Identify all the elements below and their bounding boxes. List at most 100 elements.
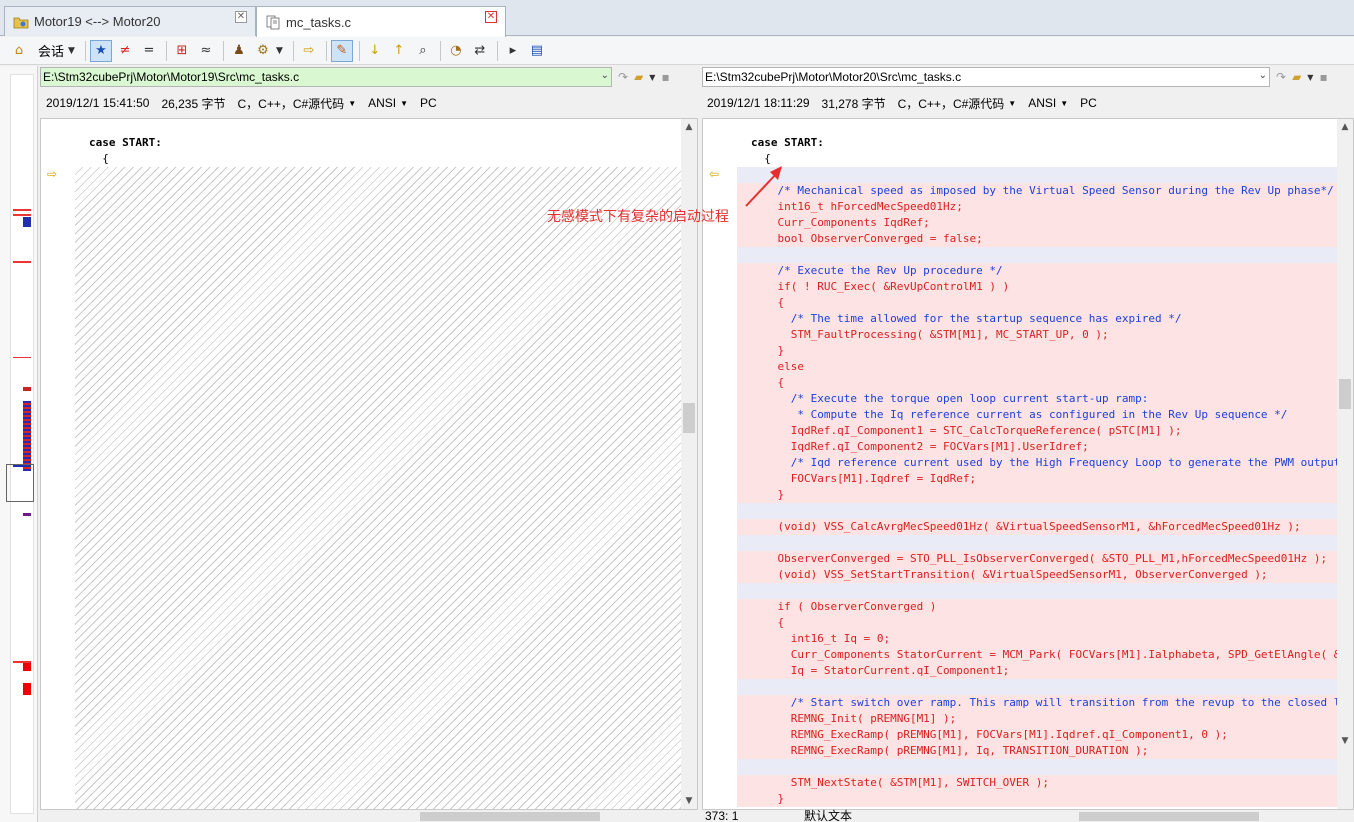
annotation-text: 无感模式下有复杂的启动过程	[547, 209, 729, 225]
code-text: REMNG_ExecRamp( pREMNG[M1], FOCVars[M1].…	[751, 728, 1228, 741]
right-encoding[interactable]: ANSI	[1028, 96, 1056, 110]
right-path-input[interactable]: E:\Stm32cubePrj\Motor\Motor20\Src\mc_tas…	[702, 67, 1270, 87]
show-diff-icon[interactable]: ≠	[114, 40, 136, 62]
left-path-input[interactable]: E:\Stm32cubePrj\Motor\Motor19\Src\mc_tas…	[40, 67, 612, 87]
report-icon[interactable]: ▤	[526, 40, 548, 62]
keyword: case START:	[751, 136, 824, 149]
close-icon[interactable]: ✕	[235, 11, 247, 23]
similar-icon[interactable]: ≈	[195, 40, 217, 62]
reload-icon[interactable]: ↷	[618, 70, 628, 84]
right-vertical-scrollbar[interactable]: ▲ ▼	[1337, 119, 1353, 809]
scroll-thumb[interactable]	[420, 812, 600, 821]
code-line: Curr_Components StatorCurrent = MCM_Park…	[737, 647, 1337, 663]
chevron-down-icon[interactable]: ▼	[400, 99, 408, 108]
right-lineend[interactable]: PC	[1080, 96, 1097, 110]
find-icon[interactable]: ⌕	[412, 40, 434, 62]
chevron-down-icon[interactable]: ▼	[348, 99, 356, 108]
save-icon[interactable]: ▪	[1319, 70, 1327, 84]
text-mode: 默认文本	[804, 809, 853, 822]
current-line-arrow-icon: ⇨	[47, 167, 58, 181]
prev-diff-icon[interactable]: ↑	[388, 40, 410, 62]
code-comment: /* Execute the Rev Up procedure */	[751, 264, 1003, 277]
reload-icon[interactable]: ↷	[1276, 70, 1286, 84]
right-code-pane[interactable]: ⇦ case START: { /* Mechanical speed as i…	[702, 118, 1354, 810]
chevron-down-icon[interactable]: ▼	[276, 46, 283, 56]
swap-icon[interactable]: ⇄	[469, 40, 491, 62]
code-line: /* Start switch over ramp. This ramp wil…	[737, 695, 1337, 711]
code-line: }	[737, 487, 1337, 503]
open-folder-icon[interactable]: ▰	[1292, 70, 1301, 84]
code-comment: /* Iqd reference current used by the Hig…	[751, 456, 1337, 469]
show-same-icon[interactable]: =	[138, 40, 160, 62]
tab-file-compare[interactable]: mc_tasks.c ✕	[256, 6, 506, 37]
next-diff-icon[interactable]: ↓	[364, 40, 386, 62]
next-section-icon[interactable]: ⇨	[298, 40, 320, 62]
chevron-down-icon[interactable]: ▼	[68, 46, 75, 56]
scroll-up-icon[interactable]: ▲	[681, 119, 697, 135]
code-text: REMNG_ExecRamp( pREMNG[M1], Iq, TRANSITI…	[751, 744, 1149, 757]
show-all-icon[interactable]: ★	[89, 39, 112, 62]
left-format[interactable]: C，C++，C#源代码	[237, 95, 344, 112]
code-text: {	[751, 296, 785, 309]
code-text: }	[751, 344, 785, 357]
overview-viewport[interactable]	[6, 464, 34, 502]
code-line: {	[737, 375, 1337, 391]
folder-compare-icon	[13, 14, 29, 30]
close-icon[interactable]: ✕	[485, 11, 497, 23]
left-size: 26,235 字节	[161, 96, 226, 111]
open-folder-icon[interactable]: ▰	[634, 70, 643, 84]
ear-icon[interactable]: ◔	[445, 40, 467, 62]
right-horizontal-scrollbar[interactable]	[1065, 810, 1338, 822]
right-date: 2019/12/1 18:11:29	[707, 96, 810, 110]
scroll-thumb[interactable]	[1339, 379, 1351, 409]
left-lineend[interactable]: PC	[420, 96, 437, 110]
scroll-down-icon[interactable]: ▼	[681, 793, 697, 809]
scroll-thumb[interactable]	[683, 403, 695, 433]
code-line: /* The time allowed for the startup sequ…	[737, 311, 1337, 327]
left-encoding[interactable]: ANSI	[368, 96, 396, 110]
cursor-position: 373: 1	[705, 809, 739, 822]
code-line	[737, 503, 1337, 519]
overview-mark	[13, 261, 31, 263]
code-line: int16_t hForcedMecSpeed01Hz;	[737, 199, 1337, 215]
diff-overview-bar[interactable]	[0, 66, 38, 822]
code-text: {	[751, 376, 785, 389]
left-horizontal-scrollbar[interactable]	[400, 810, 698, 822]
file-compare-icon	[265, 14, 281, 30]
scroll-down-icon[interactable]: ▼	[1337, 733, 1353, 749]
format-icon[interactable]: ⚙	[252, 40, 274, 62]
chevron-down-icon[interactable]: ▼	[649, 73, 655, 82]
right-code-area[interactable]: case START: { /* Mechanical speed as imp…	[737, 119, 1337, 809]
scroll-thumb[interactable]	[1079, 812, 1259, 821]
chevron-down-icon[interactable]: ▼	[1060, 99, 1068, 108]
person-icon[interactable]: ♟	[228, 40, 250, 62]
toolbar-separator	[358, 40, 360, 61]
chevron-down-icon[interactable]: ⌄	[601, 70, 609, 81]
code-text: REMNG_Init( pREMNG[M1] );	[751, 712, 957, 725]
code-comment: /* The time allowed for the startup sequ…	[751, 312, 1182, 325]
code-text: Iq = StatorCurrent.qI_Component1;	[751, 664, 1010, 677]
code-line: REMNG_Init( pREMNG[M1] );	[737, 711, 1337, 727]
overview-mark	[23, 387, 31, 391]
tab-folder-compare[interactable]: Motor19 <--> Motor20 ✕	[4, 6, 256, 36]
right-format[interactable]: C，C++，C#源代码	[898, 95, 1005, 112]
chevron-down-icon[interactable]: ▼	[1307, 73, 1313, 82]
save-icon[interactable]: ▪	[661, 70, 669, 84]
overview-mark	[13, 357, 31, 358]
scroll-up-icon[interactable]: ▲	[1337, 119, 1353, 135]
home-icon[interactable]: ⌂	[8, 40, 30, 62]
code-line: {	[737, 295, 1337, 311]
right-path-text: E:\Stm32cubePrj\Motor\Motor20\Src\mc_tas…	[705, 70, 962, 84]
expand-icon[interactable]: ▸	[502, 40, 524, 62]
code-line	[737, 759, 1337, 775]
code-line: IqdRef.qI_Component2 = FOCVars[M1].UserI…	[737, 439, 1337, 455]
code-text: (void) VSS_SetStartTransition( &VirtualS…	[751, 568, 1268, 581]
edit-icon[interactable]: ✎	[330, 39, 353, 62]
chevron-down-icon[interactable]: ▼	[1008, 99, 1016, 108]
chevron-down-icon[interactable]: ⌄	[1259, 70, 1267, 81]
code-line: int16_t Iq = 0;	[737, 631, 1337, 647]
code-line: /* Iqd reference current used by the Hig…	[737, 455, 1337, 471]
code-line: case START:	[737, 135, 1337, 151]
rules-icon[interactable]: ⊞	[171, 40, 193, 62]
session-menu[interactable]: 会话	[38, 41, 64, 60]
